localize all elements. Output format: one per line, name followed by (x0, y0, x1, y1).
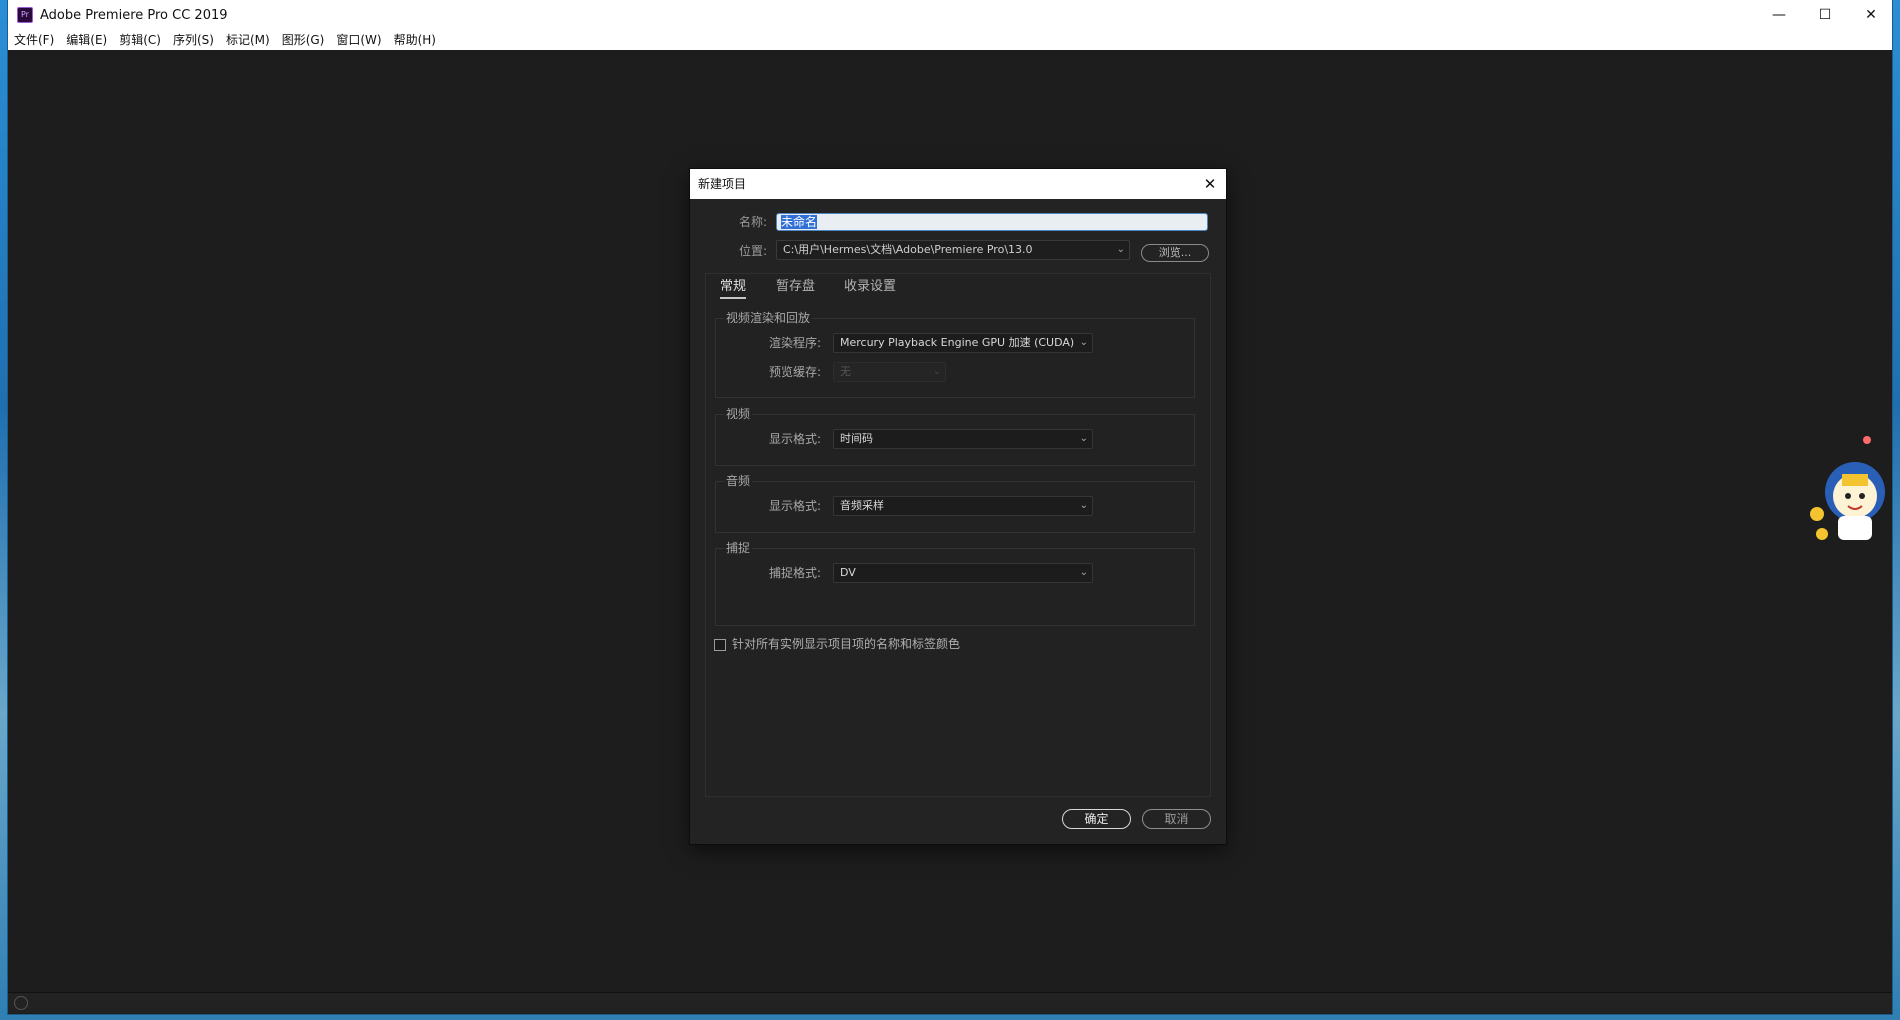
window-title: Adobe Premiere Pro CC 2019 (40, 7, 228, 23)
capture-group: 捕捉 捕捉格式: DV ⌄ (715, 538, 1195, 626)
audio-group: 音频 显示格式: 音频采样 ⌄ (715, 471, 1195, 533)
title-bar: Pr Adobe Premiere Pro CC 2019 — ☐ ✕ (8, 0, 1892, 30)
preview-cache-label: 预览缓存: (769, 365, 822, 379)
location-value: C:\用户\Hermes\文档\Adobe\Premiere Pro\13.0 (783, 243, 1033, 256)
audio-display-format-label: 显示格式: (769, 499, 822, 513)
dialog-close-button[interactable]: ✕ (1194, 169, 1226, 199)
chevron-down-icon: ⌄ (1079, 337, 1088, 348)
capture-format-value: DV (840, 566, 856, 579)
app-window: Pr Adobe Premiere Pro CC 2019 — ☐ ✕ 文件(F… (8, 0, 1892, 1014)
audio-group-title: 音频 (724, 471, 753, 491)
chevron-down-icon: ⌄ (1079, 567, 1088, 578)
menu-graphics[interactable]: 图形(G) (276, 30, 331, 50)
tab-ingest-settings[interactable]: 收录设置 (844, 278, 896, 296)
capture-format-label: 捕捉格式: (769, 566, 822, 580)
minimize-button[interactable]: — (1756, 0, 1802, 30)
tab-scratch-disks[interactable]: 暂存盘 (776, 278, 815, 296)
capture-group-title: 捕捉 (724, 538, 753, 558)
menu-file[interactable]: 文件(F) (8, 30, 60, 50)
audio-display-format-value: 音频采样 (840, 499, 884, 512)
menu-sequence[interactable]: 序列(S) (167, 30, 220, 50)
name-label: 名称: (739, 215, 768, 229)
menu-edit[interactable]: 编辑(E) (60, 30, 113, 50)
cancel-button[interactable]: 取消 (1142, 809, 1211, 829)
video-group: 视频 显示格式: 时间码 ⌄ (715, 404, 1195, 466)
render-group-title: 视频渲染和回放 (724, 308, 813, 328)
renderer-label: 渲染程序: (769, 336, 822, 350)
desktop-mascot-image[interactable] (1800, 430, 1895, 550)
render-playback-group: 视频渲染和回放 渲染程序: Mercury Playback Engine GP… (715, 308, 1195, 398)
chevron-down-icon: ⌄ (1079, 500, 1088, 511)
video-group-title: 视频 (724, 404, 753, 424)
capture-format-dropdown[interactable]: DV ⌄ (833, 563, 1093, 583)
audio-display-format-dropdown[interactable]: 音频采样 ⌄ (833, 496, 1093, 516)
video-display-format-label: 显示格式: (769, 432, 822, 446)
project-name-input[interactable]: 未命名 (776, 213, 1208, 231)
status-icon[interactable] (14, 996, 28, 1010)
renderer-value: Mercury Playback Engine GPU 加速 (CUDA) (840, 336, 1075, 349)
settings-tabs-panel: 常规 暂存盘 收录设置 视频渲染和回放 渲染程序: Mercury Playba… (705, 273, 1211, 797)
renderer-dropdown[interactable]: Mercury Playback Engine GPU 加速 (CUDA) ⌄ (833, 333, 1093, 353)
dialog-title: 新建项目 (698, 177, 747, 191)
new-project-dialog: 新建项目 ✕ 名称: 未命名 位置: C:\用户\Hermes\文档\Adobe… (690, 169, 1226, 844)
ok-button[interactable]: 确定 (1062, 809, 1131, 829)
menu-clip[interactable]: 剪辑(C) (113, 30, 167, 50)
location-label: 位置: (739, 244, 768, 258)
show-names-all-instances-checkbox[interactable] (714, 639, 726, 651)
chevron-down-icon: ⌄ (1079, 433, 1088, 444)
menu-bar: 文件(F) 编辑(E) 剪辑(C) 序列(S) 标记(M) 图形(G) 窗口(W… (8, 30, 1892, 50)
project-name-value: 未命名 (781, 215, 818, 229)
premiere-app-icon: Pr (17, 7, 33, 23)
maximize-button[interactable]: ☐ (1802, 0, 1848, 30)
video-display-format-value: 时间码 (840, 432, 873, 445)
menu-help[interactable]: 帮助(H) (388, 30, 442, 50)
preview-cache-value: 无 (840, 365, 851, 378)
browse-button[interactable]: 浏览... (1141, 244, 1209, 262)
chevron-down-icon: ⌄ (1116, 244, 1125, 255)
video-display-format-dropdown[interactable]: 时间码 ⌄ (833, 429, 1093, 449)
tab-general[interactable]: 常规 (720, 278, 747, 299)
close-window-button[interactable]: ✕ (1848, 0, 1894, 30)
status-bar (8, 992, 1892, 1013)
menu-markers[interactable]: 标记(M) (220, 30, 276, 50)
preview-cache-dropdown: 无 ⌄ (833, 362, 946, 382)
chevron-down-icon: ⌄ (932, 366, 941, 377)
dialog-title-bar: 新建项目 ✕ (690, 169, 1226, 199)
location-dropdown[interactable]: C:\用户\Hermes\文档\Adobe\Premiere Pro\13.0 … (776, 240, 1130, 260)
show-names-all-instances-label: 针对所有实例显示项目项的名称和标签颜色 (732, 637, 961, 651)
menu-window[interactable]: 窗口(W) (330, 30, 387, 50)
